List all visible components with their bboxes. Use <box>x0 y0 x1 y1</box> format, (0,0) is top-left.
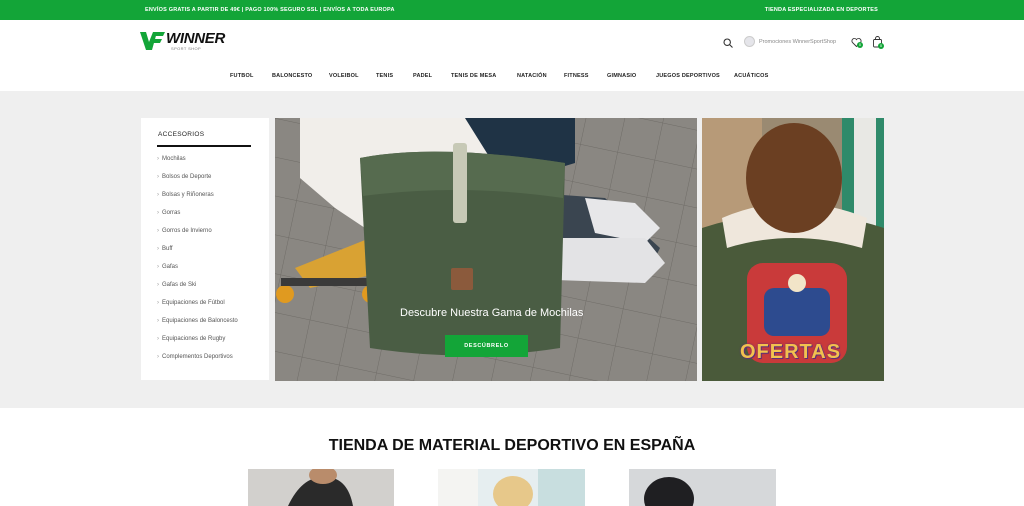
section-title: TIENDA DE MATERIAL DEPORTIVO EN ESPAÑA <box>328 437 696 454</box>
sidebar-item-gorros-de-invierno[interactable]: › Gorros de Invierno <box>157 228 212 234</box>
category-thumb-2[interactable] <box>438 469 585 506</box>
sidebar-item-gorras[interactable]: › Gorras <box>157 210 180 216</box>
category-thumb-1[interactable] <box>248 469 394 506</box>
nav-item-futbol[interactable]: FUTBOL <box>230 73 254 79</box>
nav-item-fitness[interactable]: FITNESS <box>564 73 589 79</box>
hero-caption: Descubre Nuestra Gama de Mochilas <box>400 307 584 319</box>
main-nav: FUTBOL BALONCESTO VOLEIBOL TENIS PADEL T… <box>0 73 1024 83</box>
nav-item-acuaticos[interactable]: ACUÁTICOS <box>734 73 769 79</box>
hero-discover-button[interactable]: DESCÚBRELO <box>445 335 528 357</box>
sidebar-item-mochilas[interactable]: › Mochilas <box>157 156 186 162</box>
cart-count-badge: 0 <box>878 43 884 49</box>
search-icon[interactable] <box>723 38 733 48</box>
category-thumb-3-image <box>629 469 776 506</box>
sidebar-item-buff[interactable]: › Buff <box>157 246 173 252</box>
sidebar-title: ACCESORIOS <box>158 131 205 138</box>
logo-mark-icon <box>140 32 165 50</box>
nav-item-tenis-de-mesa[interactable]: TENIS DE MESA <box>451 73 496 79</box>
offers-label: OFERTAS <box>740 341 842 363</box>
logo-sub-text: SPORT SHOP <box>171 46 202 51</box>
sidebar-item-equipaciones-de-futbol[interactable]: › Equipaciones de Fútbol <box>157 300 225 306</box>
sidebar-item-equipaciones-de-baloncesto[interactable]: › Equipaciones de Baloncesto <box>157 318 238 324</box>
sidebar-item-equipaciones-de-rugby[interactable]: › Equipaciones de Rugby <box>157 336 225 342</box>
category-thumb-3[interactable] <box>629 469 776 506</box>
nav-item-tenis[interactable]: TENIS <box>376 73 393 79</box>
sidebar-item-bolsos-de-deporte[interactable]: › Bolsos de Deporte <box>157 174 211 180</box>
offers-promo-banner[interactable]: OFERTAS <box>702 118 884 381</box>
nav-item-baloncesto[interactable]: BALONCESTO <box>272 73 312 79</box>
logo-brand-text: WINNER <box>166 30 226 47</box>
site-logo[interactable]: WINNER SPORT SHOP <box>140 30 236 54</box>
promo-specialized-text: TIENDA ESPECIALIZADA EN DEPORTES <box>764 7 878 13</box>
sidebar-title-divider <box>157 145 251 147</box>
top-promo-bar: ENVÍOS GRATIS A PARTIR DE 49€ | PAGO 100… <box>0 0 1024 20</box>
category-thumb-1-image <box>248 469 394 506</box>
promo-shipping-text: ENVÍOS GRATIS A PARTIR DE 49€ | PAGO 100… <box>145 7 395 13</box>
sidebar-item-gafas-de-ski[interactable]: › Gafas de Ski <box>157 282 196 288</box>
category-thumb-2-image <box>438 469 585 506</box>
nav-item-juegos-deportivos[interactable]: JUEGOS DEPORTIVOS <box>656 73 720 79</box>
nav-item-gimnasio[interactable]: GIMNASIO <box>607 73 636 79</box>
category-sidebar: ACCESORIOS › Mochilas › Bolsos de Deporte … <box>141 118 269 380</box>
sidebar-item-bolsas-y-rinoneras[interactable]: › Bolsas y Riñoneras <box>157 192 214 198</box>
hero-banner[interactable]: Descubre Nuestra Gama de Mochilas DESCÚB… <box>275 118 697 381</box>
nav-item-natacion[interactable]: NATACIÓN <box>517 73 547 79</box>
nav-item-padel[interactable]: PADEL <box>413 73 432 79</box>
sidebar-item-complementos-deportivos[interactable]: › Complementos Deportivos <box>157 354 233 360</box>
nav-item-voleibol[interactable]: VOLEIBOL <box>329 73 359 79</box>
account-label[interactable]: Promociones WinnerSportShop <box>759 39 836 45</box>
wishlist-count-badge: 0 <box>857 42 863 48</box>
sidebar-item-gafas[interactable]: › Gafas <box>157 264 178 270</box>
account-avatar[interactable] <box>744 36 755 47</box>
